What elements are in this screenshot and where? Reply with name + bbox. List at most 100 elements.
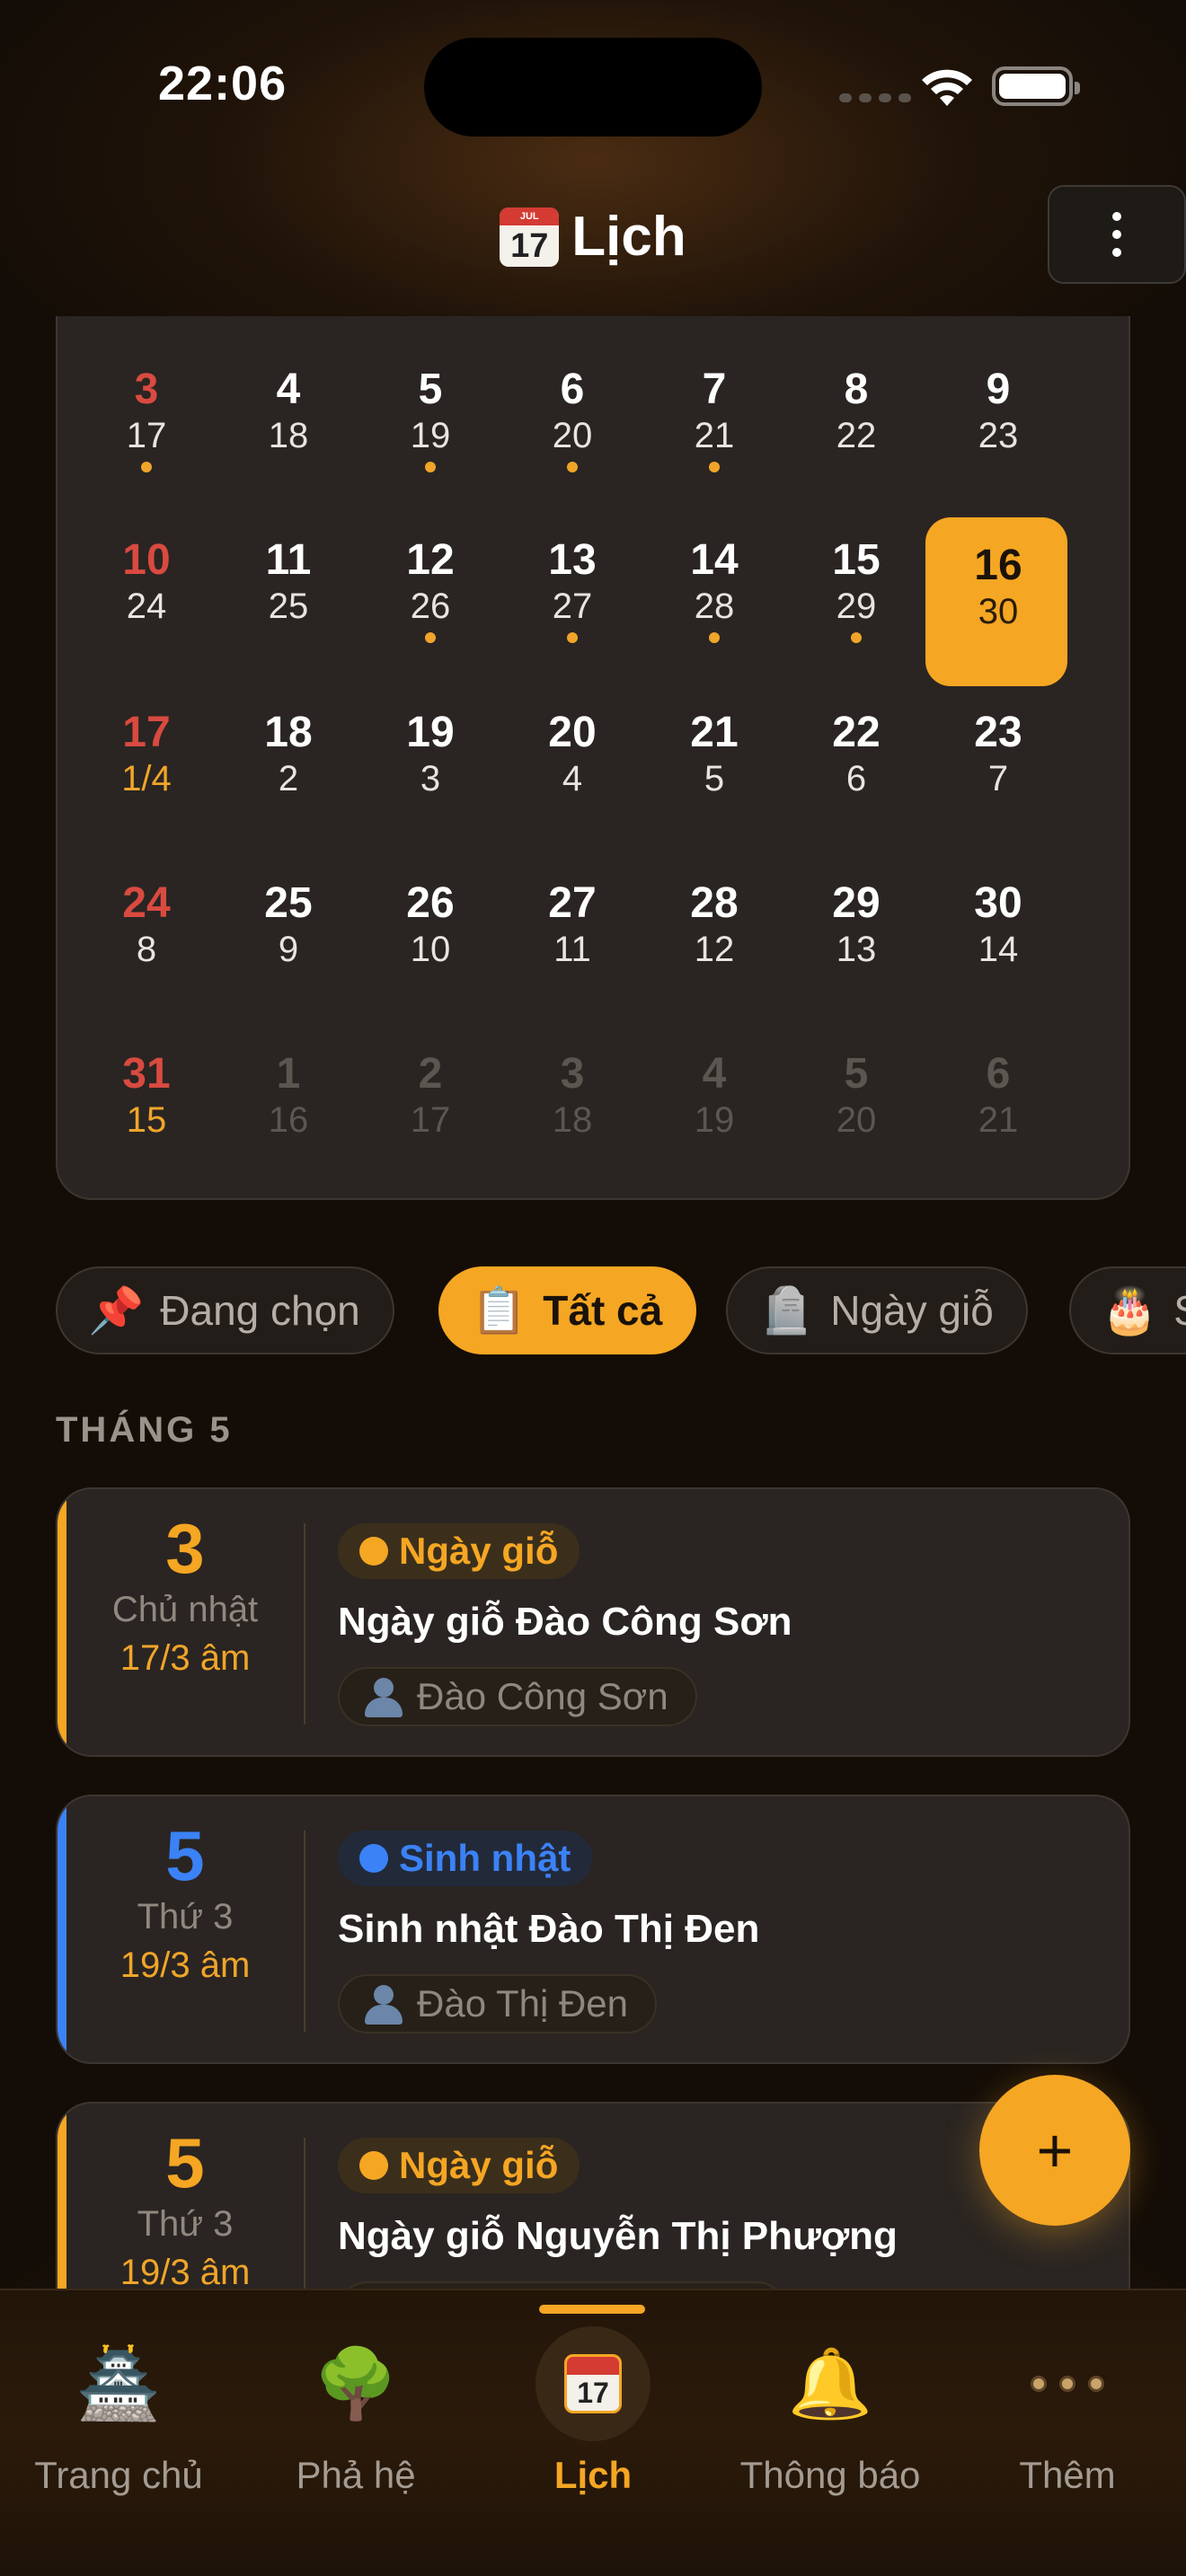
more-options-button[interactable]	[1048, 185, 1186, 286]
lunar-date: 11	[553, 930, 591, 969]
filter-chip[interactable]: 🎂 Sinh nhật	[1069, 1266, 1186, 1354]
tab-notifications[interactable]: 🔔 Thông báo	[712, 2326, 949, 2497]
calendar-day[interactable]: 3 17	[75, 334, 217, 501]
tab-label: Thông báo	[739, 2454, 921, 2496]
solar-date: 16	[974, 542, 1022, 589]
calendar-day[interactable]: 28 12	[643, 848, 785, 1015]
calendar-day[interactable]: 23 7	[927, 677, 1069, 844]
calendar-day[interactable]: 18 2	[217, 677, 359, 844]
solar-date: 19	[406, 709, 455, 756]
lunar-date: 2	[278, 759, 299, 798]
event-type-badge: Ngày giỗ	[338, 1523, 580, 1579]
calendar-day[interactable]: 25 9	[217, 848, 359, 1015]
solar-date: 18	[264, 709, 313, 756]
event-person-chip[interactable]: Đào Công Sơn	[338, 1667, 697, 1726]
lunar-date: 22	[836, 416, 877, 455]
section-title-month: THÁNG 5	[56, 1410, 233, 1450]
month-calendar: 3 17 4 18 5 19 6 20 7 21 8 22 9 23 10 24 11 25 12 26 13 27 14 2…	[56, 316, 1130, 1200]
solar-date: 4	[702, 1050, 727, 1098]
calendar-week-row: 24 8 25 9 26 10 27 11 28 12 29 13 30 14	[58, 848, 1132, 1019]
lunar-date: 9	[278, 930, 299, 969]
calendar-day[interactable]: 6 21	[927, 1019, 1069, 1186]
event-person-chip[interactable]: Đào Thị Đen	[338, 1974, 658, 2033]
solar-date: 15	[832, 536, 881, 584]
tab-family-tree[interactable]: 🌳 Phả hệ	[237, 2326, 474, 2497]
app-header: JUL 17 Lịch	[0, 171, 1186, 314]
solar-date: 29	[832, 879, 881, 927]
lunar-date: 10	[410, 930, 451, 969]
event-type-label: Ngày giỗ	[399, 1530, 559, 1572]
add-event-button[interactable]: +	[979, 2075, 1130, 2226]
calendar-day[interactable]: 27 11	[501, 848, 643, 1015]
tab-label: Trang chủ	[34, 2454, 203, 2496]
event-person-name: Đào Thị Đen	[417, 1982, 629, 2025]
calendar-day[interactable]: 6 20	[501, 334, 643, 501]
calendar-day[interactable]: 21 5	[643, 677, 785, 844]
calendar-day[interactable]: 9 23	[927, 334, 1069, 501]
event-card[interactable]: 5 Thứ 3 19/3 âm Ngày giỗ Ngày giỗ Nguyễn Thị…	[56, 2102, 1130, 2289]
calendar-day[interactable]: 5 20	[785, 1019, 927, 1186]
calendar-day[interactable]: 22 6	[785, 677, 927, 844]
filter-chip[interactable]: 🪦 Ngày giỗ	[726, 1266, 1028, 1354]
calendar-day[interactable]: 12 26	[359, 505, 501, 672]
calendar-day[interactable]: 29 13	[785, 848, 927, 1015]
calendar-day[interactable]: 4 18	[217, 334, 359, 501]
event-dot-icon	[567, 462, 578, 472]
filter-chip-label: Ngày giỗ	[830, 1287, 994, 1334]
lunar-date: 25	[268, 587, 309, 626]
calendar-day[interactable]: 1 16	[217, 1019, 359, 1186]
event-divider	[304, 2138, 305, 2289]
event-type-dot-icon	[359, 2151, 388, 2180]
event-weekday: Thứ 3	[137, 2204, 234, 2244]
solar-date: 9	[986, 366, 1011, 413]
calendar-day[interactable]: 13 27	[501, 505, 643, 672]
event-date: 3 Chủ nhật 17/3 âm	[66, 1489, 304, 1755]
event-dot-icon	[425, 632, 436, 643]
calendar-week-row: 3 17 4 18 5 19 6 20 7 21 8 22 9 23	[58, 334, 1132, 505]
calendar-day[interactable]: 20 4	[501, 677, 643, 844]
calendar-day-selected[interactable]: 16 30	[925, 505, 1069, 686]
solar-date: 28	[690, 879, 739, 927]
calendar-day[interactable]: 15 29	[785, 505, 927, 672]
tree-icon: 🌳	[313, 2346, 399, 2422]
solar-date: 10	[122, 536, 171, 584]
solar-date: 25	[264, 879, 313, 927]
calendar-day[interactable]: 24 8	[75, 848, 217, 1015]
calendar-day[interactable]: 3 18	[501, 1019, 643, 1186]
calendar-day[interactable]: 7 21	[643, 334, 785, 501]
tab-calendar[interactable]: 17 Lịch	[474, 2326, 712, 2497]
lunar-date: 13	[836, 930, 877, 969]
event-dot-icon	[709, 462, 720, 472]
calendar-day[interactable]: 31 15	[75, 1019, 217, 1186]
pin-icon: 📌	[88, 1284, 145, 1336]
calendar-day[interactable]: 30 14	[927, 848, 1069, 1015]
calendar-day[interactable]: 10 24	[75, 505, 217, 672]
lunar-date: 29	[836, 587, 877, 626]
lunar-date: 28	[694, 587, 735, 626]
event-card[interactable]: 5 Thứ 3 19/3 âm Sinh nhật Sinh nhật Đào Thị …	[56, 1795, 1130, 2064]
event-dot-icon	[141, 462, 152, 472]
filter-chip-label: Tất cả	[543, 1287, 663, 1334]
tab-home[interactable]: 🏯 Trang chủ	[0, 2326, 237, 2497]
calendar-day[interactable]: 19 3	[359, 677, 501, 844]
event-card[interactable]: 3 Chủ nhật 17/3 âm Ngày giỗ Ngày giỗ Đào Côn…	[56, 1487, 1130, 1757]
calendar-day[interactable]: 4 19	[643, 1019, 785, 1186]
event-date: 5 Thứ 3 19/3 âm	[66, 2104, 304, 2289]
page-title-text: Lịch	[571, 206, 686, 268]
status-bar: 22:06	[0, 0, 1186, 171]
filter-chip[interactable]: 📌 Đang chọn	[56, 1266, 394, 1354]
calendar-day[interactable]: 2 17	[359, 1019, 501, 1186]
calendar-day[interactable]: 5 19	[359, 334, 501, 501]
event-person-chip[interactable]: Nguyễn Thị Phượng	[338, 2281, 787, 2289]
calendar-week-row: 17 1/4 18 2 19 3 20 4 21 5 22 6 23 7	[58, 677, 1132, 848]
event-type-badge: Ngày giỗ	[338, 2138, 580, 2193]
solar-date: 20	[548, 709, 597, 756]
calendar-day[interactable]: 17 1/4	[75, 677, 217, 844]
calendar-day[interactable]: 26 10	[359, 848, 501, 1015]
lunar-date: 27	[552, 587, 593, 626]
filter-chip[interactable]: 📋 Tất cả	[438, 1266, 697, 1354]
tab-more[interactable]: Thêm	[949, 2326, 1186, 2497]
calendar-day[interactable]: 8 22	[785, 334, 927, 501]
calendar-day[interactable]: 11 25	[217, 505, 359, 672]
calendar-day[interactable]: 14 28	[643, 505, 785, 672]
